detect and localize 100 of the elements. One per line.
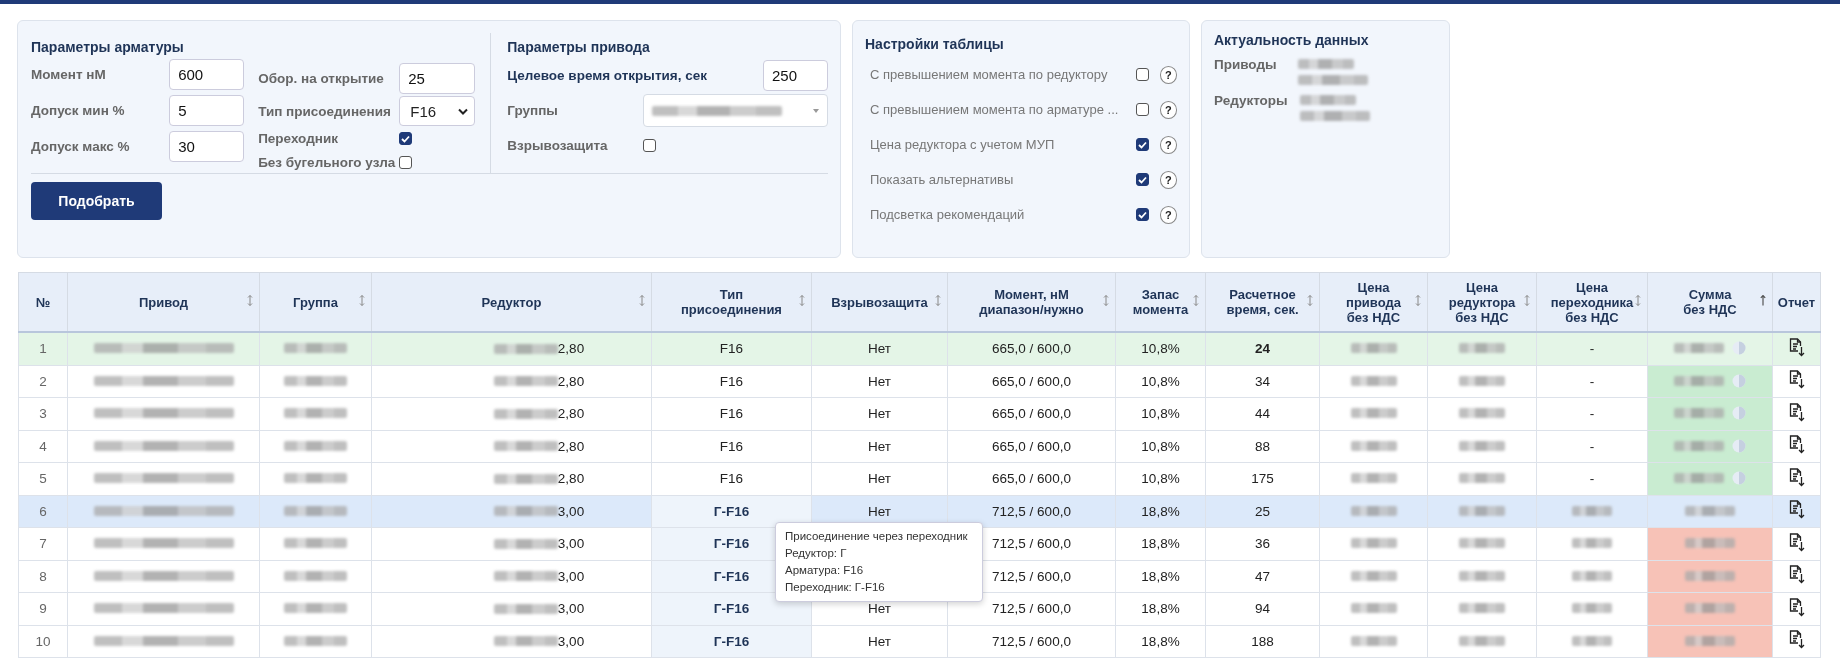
blurred-text	[1350, 440, 1397, 451]
help-button[interactable]: ?	[1159, 65, 1177, 84]
text-field[interactable]: 25	[399, 63, 476, 94]
table-cell: 34	[1205, 365, 1320, 398]
table-cell: 3,00	[557, 633, 585, 649]
table-cell: -	[1536, 462, 1648, 495]
download-report-icon[interactable]	[1788, 630, 1805, 650]
table-cell: 4	[18, 430, 68, 463]
blurred-text	[1350, 538, 1397, 549]
download-report-icon[interactable]	[1788, 565, 1805, 585]
blurred-text	[1459, 635, 1505, 646]
table-cell: 10,8%	[1115, 332, 1206, 365]
table-cell: 2,80	[557, 438, 585, 454]
download-report-icon[interactable]	[1788, 597, 1805, 617]
field-label: Группы	[507, 103, 558, 118]
table-cell: Нет	[811, 462, 948, 495]
help-button[interactable]: ?	[1159, 135, 1177, 154]
table-cell: 18,8%	[1115, 625, 1206, 658]
field-label: Допуск мин %	[31, 103, 125, 118]
column-header[interactable]: Момент, нМ диапазон/нужно	[947, 272, 1116, 332]
table-cell: 665,0 / 600,0	[947, 397, 1116, 430]
column-header[interactable]: Группа	[259, 272, 372, 332]
blurred-text	[284, 635, 347, 646]
table-cell: Нет	[811, 625, 948, 658]
sort-ascending-icon[interactable]	[1760, 295, 1766, 306]
column-header[interactable]: Тип присоединения	[651, 272, 812, 332]
checkbox[interactable]	[1135, 103, 1149, 116]
download-report-icon[interactable]	[1788, 402, 1805, 422]
field-label: Момент нМ	[31, 67, 106, 82]
checkbox[interactable]	[1135, 208, 1149, 221]
dropdown[interactable]: F16	[399, 96, 476, 126]
help-button[interactable]: ?	[1159, 205, 1177, 224]
submit-button[interactable]: Подобрать	[31, 182, 162, 220]
table-cell: 3,00	[557, 503, 585, 519]
table-cell: 712,5 / 600,0	[947, 625, 1116, 658]
download-report-icon[interactable]	[1788, 467, 1805, 487]
blurred-text	[493, 408, 558, 419]
field-label: Взрывозащита	[507, 138, 608, 153]
table-cell: 10,8%	[1115, 397, 1206, 430]
blurred-text	[1350, 505, 1397, 516]
table-cell: 2,80	[557, 471, 585, 486]
table-cell: 18,8%	[1115, 527, 1206, 560]
blurred-text	[1350, 473, 1397, 484]
table-cell: F16	[651, 332, 812, 365]
column-header[interactable]: Сумма без НДС	[1647, 272, 1773, 332]
blurred-text	[493, 441, 558, 451]
blurred-text	[1350, 375, 1397, 386]
blurred-text	[284, 473, 347, 484]
checkbox[interactable]	[1135, 173, 1149, 186]
table-cell: Нет	[811, 430, 948, 463]
download-report-icon[interactable]	[1788, 435, 1805, 455]
text-field[interactable]: 30	[169, 131, 245, 162]
download-report-icon[interactable]	[1788, 370, 1805, 390]
blurred-text	[1299, 111, 1370, 121]
field-label: Приводы	[1214, 57, 1278, 74]
help-button[interactable]: ?	[1159, 100, 1177, 119]
column-header: №	[18, 272, 68, 332]
table-cell: 1	[18, 332, 68, 365]
text-field[interactable]: 5	[169, 95, 245, 126]
blurred-text	[1685, 538, 1735, 549]
checkbox[interactable]	[1135, 138, 1149, 151]
text-field[interactable]: 600	[169, 59, 245, 90]
table-cell: 36	[1205, 527, 1320, 560]
blurred-text	[1350, 635, 1397, 646]
checkbox[interactable]	[1135, 68, 1149, 81]
blurred-text	[1685, 505, 1735, 516]
table-cell: 10,8%	[1115, 462, 1206, 495]
column-header[interactable]: Запас момента	[1115, 272, 1206, 332]
column-header[interactable]: Привод	[67, 272, 260, 332]
blurred-text	[493, 636, 558, 646]
blurred-text	[1685, 635, 1735, 646]
checkbox[interactable]	[399, 155, 413, 169]
checkbox[interactable]	[399, 132, 413, 146]
field-label: Целевое время открытия, сек	[507, 68, 707, 83]
column-header[interactable]: Редуктор	[371, 272, 652, 332]
column-header[interactable]: Расчетное время, сек.	[1205, 272, 1320, 332]
help-button[interactable]: ?	[1159, 170, 1177, 189]
download-report-icon[interactable]	[1788, 532, 1805, 552]
download-report-icon[interactable]	[1788, 500, 1805, 520]
download-report-icon[interactable]	[1788, 337, 1805, 357]
column-header[interactable]: Цена редуктора без НДС	[1427, 272, 1537, 332]
blurred-text	[1674, 473, 1724, 484]
column-header[interactable]: Цена переходника без НДС	[1536, 272, 1648, 332]
field-label: Обор. на открытие	[258, 71, 384, 86]
text-field[interactable]: 250	[763, 60, 828, 91]
checkbox[interactable]	[643, 139, 656, 152]
table-cell: 3,00	[557, 601, 585, 616]
table-cell: 88	[1205, 430, 1320, 463]
table-cell: 10	[18, 625, 68, 658]
column-header[interactable]: Взрывозащита	[811, 272, 948, 332]
column-header[interactable]: Цена привода без НДС	[1319, 272, 1428, 332]
blurred-text	[284, 505, 347, 516]
table-cell: 5	[18, 462, 68, 495]
field-label: Без бугельного узла	[258, 154, 396, 170]
blurred-text	[1572, 505, 1612, 516]
caret-icon	[813, 108, 819, 113]
table-cell: 665,0 / 600,0	[947, 462, 1116, 495]
table-cell: F16	[651, 397, 812, 430]
blurred-text	[1298, 75, 1368, 85]
blurred-text	[1459, 538, 1505, 549]
